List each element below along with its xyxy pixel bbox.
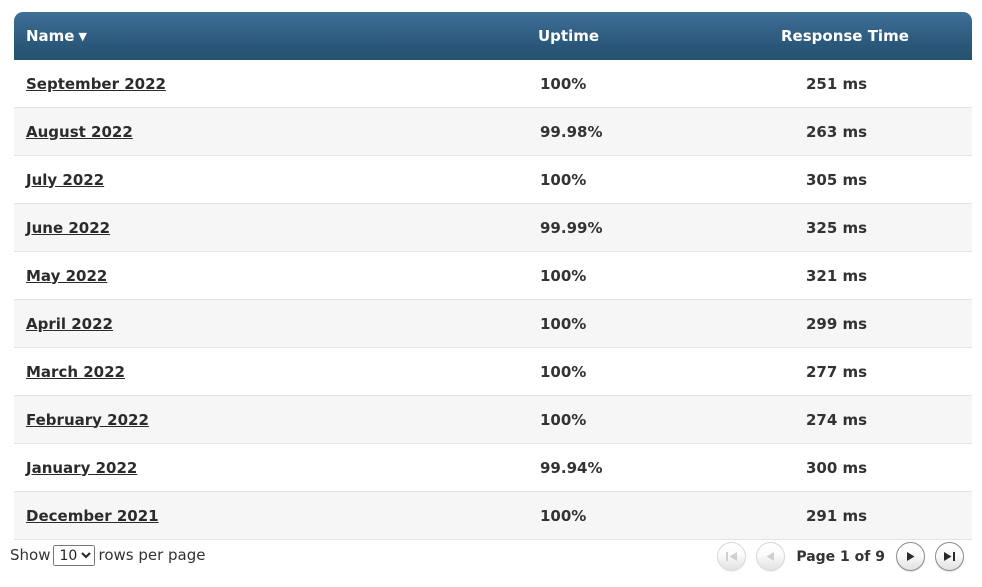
- column-header-uptime[interactable]: Uptime: [526, 12, 769, 60]
- cell-uptime: 100%: [526, 300, 769, 348]
- pagination-controls: Page 1 of 9: [717, 542, 964, 571]
- cell-name: March 2022: [14, 348, 526, 396]
- cell-uptime: 100%: [526, 252, 769, 300]
- cell-uptime: 99.94%: [526, 444, 769, 492]
- month-link[interactable]: December 2021: [26, 507, 159, 525]
- cell-name: February 2022: [14, 396, 526, 444]
- last-page-button[interactable]: [935, 542, 964, 571]
- table-row: February 2022 100% 274 ms: [14, 396, 972, 444]
- month-link[interactable]: March 2022: [26, 363, 125, 381]
- cell-uptime: 99.99%: [526, 204, 769, 252]
- cell-name: July 2022: [14, 156, 526, 204]
- skip-to-end-icon: [943, 551, 956, 562]
- cell-name: December 2021: [14, 492, 526, 540]
- table-footer: Show 10 rows per page Page 1 of 9: [0, 534, 982, 587]
- month-link[interactable]: August 2022: [26, 123, 133, 141]
- cell-uptime: 100%: [526, 60, 769, 108]
- table-row: May 2022 100% 321 ms: [14, 252, 972, 300]
- month-link[interactable]: September 2022: [26, 75, 166, 93]
- cell-name: April 2022: [14, 300, 526, 348]
- cell-response-time: 274 ms: [769, 396, 972, 444]
- next-page-button[interactable]: [896, 542, 925, 571]
- table-body: September 2022 100% 251 ms August 2022 9…: [14, 60, 972, 540]
- month-link[interactable]: June 2022: [26, 219, 110, 237]
- table-row: January 2022 99.94% 300 ms: [14, 444, 972, 492]
- month-link[interactable]: May 2022: [26, 267, 107, 285]
- column-header-name[interactable]: Name ▼: [14, 12, 526, 60]
- cell-response-time: 300 ms: [769, 444, 972, 492]
- caret-down-icon: ▼: [78, 31, 86, 42]
- rows-per-page-select[interactable]: 10: [53, 545, 95, 566]
- cell-uptime: 100%: [526, 396, 769, 444]
- triangle-right-icon: [905, 551, 916, 562]
- cell-uptime: 100%: [526, 348, 769, 396]
- page-indicator-label: Page 1 of 9: [796, 549, 885, 565]
- table-row: April 2022 100% 299 ms: [14, 300, 972, 348]
- column-header-response-time-label: Response Time: [781, 27, 909, 45]
- uptime-report-table: Name ▼ Uptime Response Time September 202…: [14, 12, 972, 540]
- cell-name: August 2022: [14, 108, 526, 156]
- month-link[interactable]: July 2022: [26, 171, 104, 189]
- cell-response-time: 325 ms: [769, 204, 972, 252]
- cell-response-time: 305 ms: [769, 156, 972, 204]
- cell-response-time: 321 ms: [769, 252, 972, 300]
- table-row: June 2022 99.99% 325 ms: [14, 204, 972, 252]
- rows-per-page-suffix-label: rows per page: [98, 546, 205, 564]
- month-link[interactable]: January 2022: [26, 459, 137, 477]
- rows-per-page-prefix-label: Show: [10, 546, 50, 564]
- triangle-left-icon: [765, 551, 776, 562]
- skip-to-start-icon: [725, 551, 738, 562]
- cell-response-time: 263 ms: [769, 108, 972, 156]
- cell-response-time: 291 ms: [769, 492, 972, 540]
- rows-per-page-control: Show 10 rows per page: [10, 544, 206, 566]
- cell-name: June 2022: [14, 204, 526, 252]
- table-row: December 2021 100% 291 ms: [14, 492, 972, 540]
- table-row: July 2022 100% 305 ms: [14, 156, 972, 204]
- table-row: March 2022 100% 277 ms: [14, 348, 972, 396]
- cell-name: January 2022: [14, 444, 526, 492]
- first-page-button[interactable]: [717, 542, 746, 571]
- month-link[interactable]: February 2022: [26, 411, 149, 429]
- column-header-response-time[interactable]: Response Time: [769, 12, 972, 60]
- report-page: Name ▼ Uptime Response Time September 202…: [0, 0, 982, 587]
- column-header-uptime-label: Uptime: [538, 27, 599, 45]
- cell-uptime: 100%: [526, 156, 769, 204]
- month-link[interactable]: April 2022: [26, 315, 113, 333]
- table-row: September 2022 100% 251 ms: [14, 60, 972, 108]
- column-header-name-label: Name: [26, 27, 74, 45]
- uptime-report-table-container: Name ▼ Uptime Response Time September 202…: [14, 12, 972, 540]
- cell-response-time: 277 ms: [769, 348, 972, 396]
- cell-response-time: 299 ms: [769, 300, 972, 348]
- cell-uptime: 100%: [526, 492, 769, 540]
- cell-response-time: 251 ms: [769, 60, 972, 108]
- table-header: Name ▼ Uptime Response Time: [14, 12, 972, 60]
- cell-name: September 2022: [14, 60, 526, 108]
- cell-uptime: 99.98%: [526, 108, 769, 156]
- previous-page-button[interactable]: [756, 542, 785, 571]
- table-header-row: Name ▼ Uptime Response Time: [14, 12, 972, 60]
- table-row: August 2022 99.98% 263 ms: [14, 108, 972, 156]
- cell-name: May 2022: [14, 252, 526, 300]
